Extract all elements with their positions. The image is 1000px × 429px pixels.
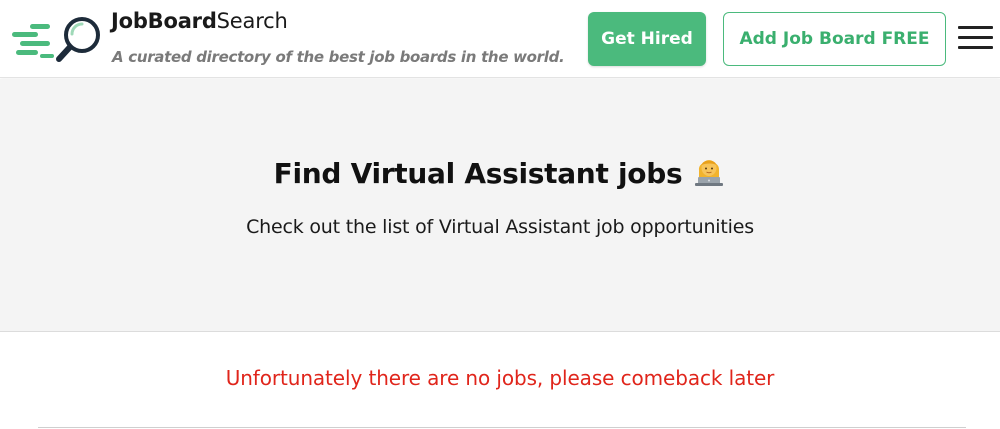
hero-section: Find Virtual Assistant jobs Check out th…	[0, 79, 1000, 332]
menu-line	[958, 26, 993, 29]
get-hired-button[interactable]: Get Hired	[588, 12, 706, 66]
woman-technologist-emoji-icon	[695, 160, 724, 186]
brand-name-light: Search	[216, 9, 288, 33]
page-title: Find Virtual Assistant jobs	[0, 153, 1000, 190]
no-jobs-message: Unfortunately there are no jobs, please …	[225, 366, 775, 390]
brand-name[interactable]: JobBoardSearch	[111, 9, 288, 33]
site-tagline: A curated directory of the best job boar…	[112, 48, 565, 66]
site-header: JobBoardSearch A curated directory of th…	[0, 0, 1000, 78]
divider	[38, 427, 966, 428]
brand-name-bold: JobBoard	[111, 9, 217, 33]
page-title-text: Find Virtual Assistant jobs	[273, 157, 683, 190]
page-subtitle: Check out the list of Virtual Assistant …	[246, 216, 754, 238]
menu-line	[958, 36, 993, 39]
add-job-board-button[interactable]: Add Job Board FREE	[723, 12, 946, 66]
hamburger-menu-icon[interactable]	[958, 25, 994, 51]
menu-line	[958, 46, 993, 49]
logo-magnifier-icon[interactable]	[12, 14, 104, 66]
